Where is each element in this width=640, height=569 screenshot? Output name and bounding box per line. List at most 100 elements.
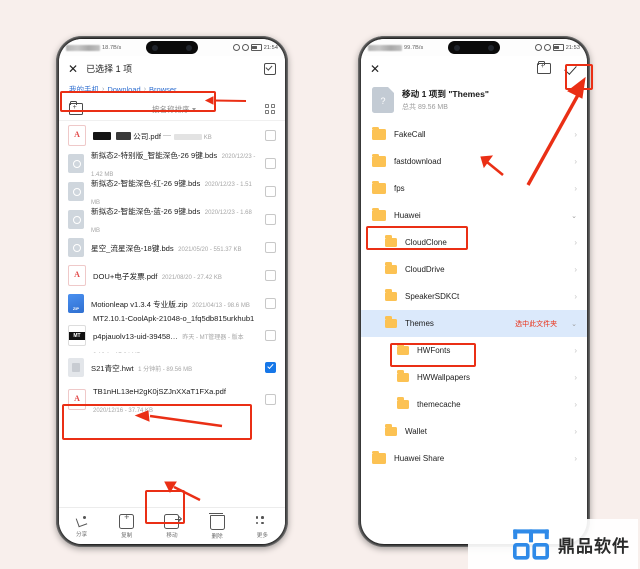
move-info-panel: 移动 1 项到 "Themes" 总共 89.56 MB (361, 81, 587, 121)
copy-button[interactable]: 复制 (109, 512, 145, 539)
pdf-file-icon (68, 388, 86, 410)
close-icon[interactable]: ✕ (68, 63, 78, 75)
folder-icon (397, 370, 409, 383)
chevron-right-icon: › (574, 265, 577, 274)
table-row[interactable]: MT2.10.1-CoolApk-21048-o_1fq5db815urkhub… (59, 314, 285, 359)
row-checkbox-checked[interactable] (265, 361, 276, 373)
row-checkbox[interactable] (265, 213, 276, 225)
new-folder-icon[interactable] (537, 60, 551, 75)
unknown-file-icon (372, 87, 394, 113)
file-name-text: 公司.pdf (133, 132, 161, 141)
more-button[interactable]: 更多 (244, 513, 280, 539)
row-checkbox[interactable] (265, 269, 276, 281)
breadcrumb-current[interactable]: Browser (149, 85, 177, 94)
left-phone-frame: 18.7B/s 21:54 ✕ 已选择 1 项 我的手机 › Download … (56, 36, 288, 547)
status-right: 21:53 (534, 44, 580, 51)
folder-name: fps (394, 184, 405, 193)
bds-file-icon (68, 153, 84, 173)
table-row[interactable]: 星空_流星深色-18键.bds 2021/05/20 - 551.37 KB (59, 233, 285, 261)
folder-icon (385, 424, 397, 437)
page-title: 已选择 1 项 (86, 64, 133, 74)
table-row-selected[interactable]: S21青空.hwt 1 分钟前 - 89.56 MB (59, 353, 285, 381)
close-icon[interactable]: ✕ (370, 63, 380, 75)
move-subtitle: 总共 89.56 MB (402, 104, 448, 112)
camera-punch-hole (146, 41, 198, 54)
left-header-title-group: ✕ 已选择 1 项 (68, 62, 132, 75)
sort-selector[interactable]: 按名称排序 (152, 104, 197, 115)
confirm-check-icon[interactable] (565, 62, 578, 75)
folder-icon (372, 153, 386, 167)
clock-time: 21:54 (263, 44, 278, 51)
right-app-header: ✕ (361, 56, 587, 81)
chevron-down-icon: ⌄ (571, 320, 577, 328)
alarm-icon (232, 44, 240, 51)
list-item[interactable]: HWFonts › (361, 337, 587, 364)
folder-list: FakeCall › fastdownload › fps › Huawei ⌄ (361, 121, 587, 472)
folder-name: SpeakerSDKCt (405, 292, 460, 301)
list-item-huawei[interactable]: Huawei ⌄ (361, 202, 587, 229)
chevron-right-icon: › (574, 292, 577, 301)
folder-icon (372, 450, 386, 464)
breadcrumb-separator: › (143, 86, 147, 93)
select-all-checkbox-icon[interactable] (264, 62, 276, 75)
pdf-file-icon (68, 264, 86, 286)
breadcrumb-root[interactable]: 我的手机 (69, 84, 99, 95)
move-button[interactable]: 移动 (154, 513, 190, 539)
alarm-icon (534, 44, 542, 51)
carrier-text-blurred (66, 44, 100, 51)
folder-icon (372, 180, 386, 194)
chevron-right-icon: › (574, 454, 577, 463)
delete-label: 删除 (211, 533, 223, 540)
file-meta: S21青空.hwt 1 分钟前 - 89.56 MB (91, 358, 258, 376)
table-row[interactable]: DOU+电子发票.pdf 2021/08/20 - 27.42 KB (59, 261, 285, 289)
chevron-right-icon: › (574, 157, 577, 166)
row-checkbox[interactable] (265, 129, 276, 141)
redaction-block (116, 132, 131, 140)
redaction-block (174, 134, 203, 140)
zip-file-icon (68, 293, 84, 313)
file-subtitle: 1 分钟前 - 89.56 MB (138, 367, 193, 373)
move-title: 移动 1 项到 "Themes" (402, 88, 489, 99)
row-checkbox[interactable] (265, 393, 276, 405)
folder-name: Themes (405, 319, 434, 328)
list-item[interactable]: fastdownload › (361, 148, 587, 175)
row-checkbox[interactable] (265, 297, 276, 309)
row-checkbox[interactable] (265, 241, 276, 253)
network-speed: 18.7B/s (102, 44, 122, 51)
list-item-themes-selected[interactable]: Themes 选中此文件夹 ⌄ (361, 310, 587, 337)
list-item[interactable]: CloudClone › (361, 229, 587, 256)
share-button[interactable]: 分享 (64, 515, 100, 538)
list-item[interactable]: FakeCall › (361, 121, 587, 148)
list-item[interactable]: HWWallpapers › (361, 364, 587, 391)
list-item[interactable]: fps › (361, 175, 587, 202)
list-item[interactable]: Huawei Share › (361, 445, 587, 472)
list-item[interactable]: Wallet › (361, 418, 587, 445)
folder-name: themecache (417, 400, 461, 409)
delete-icon (209, 512, 225, 530)
chevron-right-icon: › (574, 427, 577, 436)
list-item[interactable]: SpeakerSDKCt › (361, 283, 587, 310)
list-item[interactable]: themecache › (361, 391, 587, 418)
redaction-block (93, 132, 111, 140)
new-folder-icon[interactable] (69, 101, 83, 115)
grid-view-icon[interactable] (265, 104, 275, 114)
file-meta: 新拟态2-智能深色-蓝-26 9键.bds 2020/12/23 - 1.68 … (91, 201, 258, 237)
watermark: 鼎品软件 (511, 527, 630, 561)
sort-label: 按名称排序 (151, 104, 190, 114)
copy-icon (119, 512, 135, 529)
dingpin-logo-icon (512, 529, 550, 560)
hwt-theme-file-icon (68, 357, 84, 377)
row-checkbox[interactable] (265, 329, 276, 341)
list-item[interactable]: CloudDrive › (361, 256, 587, 283)
delete-button[interactable]: 删除 (199, 512, 235, 540)
bds-file-icon (68, 181, 84, 201)
table-row[interactable]: TB1nHL13eH2gK0jSZJnXXaT1FXa.pdf 2020/12/… (59, 381, 285, 417)
folder-icon (385, 316, 397, 329)
file-name: S21青空.hwt (91, 364, 134, 373)
table-row[interactable]: 新拟态2-智能深色-蓝-26 9键.bds 2020/12/23 - 1.68 … (59, 205, 285, 234)
chevron-right-icon: › (574, 130, 577, 139)
folder-name: Wallet (405, 427, 427, 436)
row-checkbox[interactable] (265, 157, 276, 169)
row-checkbox[interactable] (265, 185, 276, 197)
breadcrumb-download[interactable]: Download (107, 85, 140, 94)
